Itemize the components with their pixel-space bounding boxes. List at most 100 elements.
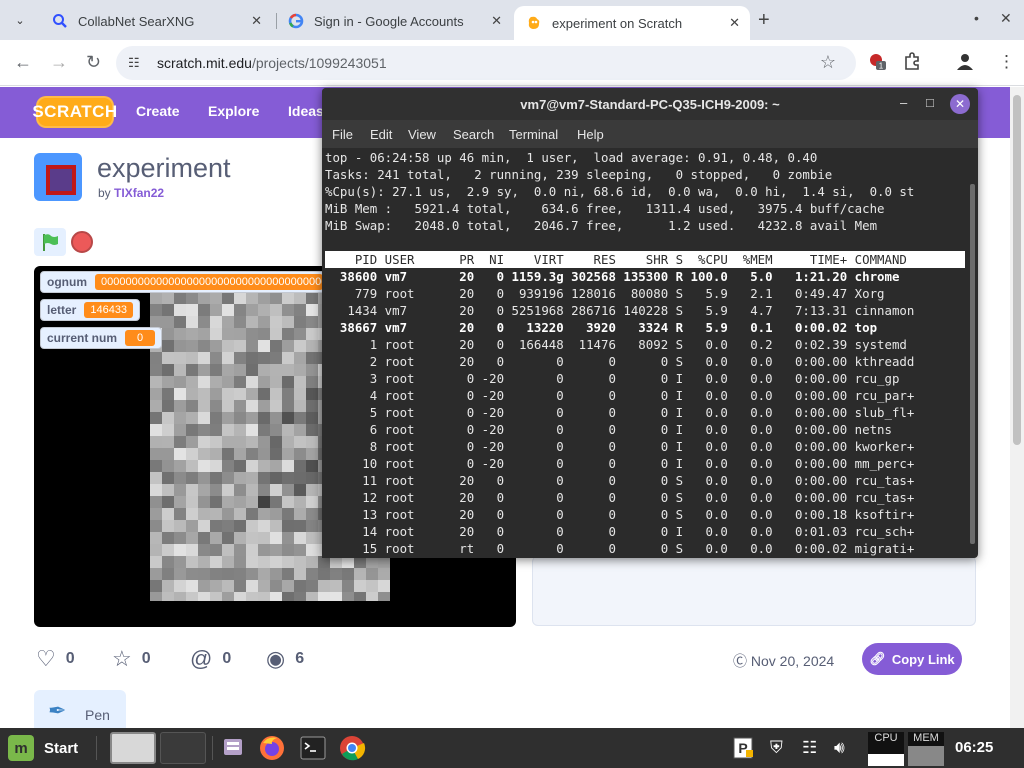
scratch-logo[interactable]: SCRATCH — [32, 96, 117, 128]
menu-terminal[interactable]: Terminal — [509, 127, 558, 142]
date-text: Nov 20, 2024 — [750, 653, 835, 669]
pixel-tile — [210, 412, 222, 424]
pixel-tile — [150, 448, 162, 460]
pixel-tile — [294, 592, 306, 601]
reload-icon[interactable]: ↻ — [86, 52, 101, 73]
menu-view[interactable]: View — [408, 127, 436, 142]
variable-monitor-ognum[interactable]: ognum 0000000000000000000000000000000000… — [40, 271, 330, 293]
pen-extension-card[interactable]: ✒︎ Pen — [34, 690, 126, 728]
pixel-tile — [234, 508, 246, 520]
shield-icon[interactable]: ⛨ — [770, 738, 783, 758]
network-icon[interactable]: ☷ — [802, 738, 817, 758]
pixel-tile — [174, 292, 186, 304]
pixel-tile — [174, 304, 186, 316]
memory-usage-graph[interactable]: MEM — [908, 732, 944, 766]
taskbar-separator — [96, 736, 97, 760]
extension-icon[interactable]: 1 — [868, 52, 886, 75]
back-arrow-icon[interactable]: ← — [14, 52, 32, 73]
tab-scratch-experiment[interactable]: experiment on Scratch ✕ — [514, 6, 750, 40]
nav-ideas[interactable]: Ideas — [288, 103, 324, 119]
pixel-tile — [186, 592, 198, 601]
file-manager-icon[interactable] — [222, 736, 244, 763]
pixel-tile — [246, 580, 258, 592]
workspace-2[interactable] — [160, 732, 206, 764]
terminal-window[interactable]: vm7@vm7-Standard-PC-Q35-ICH9-2009: ~ – □… — [322, 88, 978, 558]
pixel-tile — [222, 592, 234, 601]
top-summary-line: top - 06:24:58 up 46 min, 1 user, load a… — [325, 150, 818, 165]
puzzle-extensions-icon[interactable] — [903, 52, 921, 75]
terminal-menubar: File Edit View Search Terminal Help — [322, 120, 978, 148]
terminal-title: vm7@vm7-Standard-PC-Q35-ICH9-2009: ~ — [520, 97, 780, 112]
love-stat[interactable]: ♡ 0 — [36, 646, 75, 672]
clipboard-icon[interactable]: P — [732, 736, 754, 765]
pixel-tile — [246, 508, 258, 520]
close-icon[interactable]: ✕ — [491, 13, 502, 29]
clock[interactable]: 06:25 — [955, 739, 993, 756]
workspace-1[interactable] — [110, 732, 156, 764]
pixel-tile — [270, 364, 282, 376]
close-icon[interactable]: ✕ — [729, 15, 740, 31]
volume-icon[interactable]: 🔊︎ — [834, 738, 845, 758]
pixel-tile — [378, 568, 390, 580]
page-scrollbar[interactable] — [1010, 87, 1024, 728]
pixel-tile — [294, 544, 306, 556]
pixel-tile — [210, 436, 222, 448]
author-link[interactable]: TIXfan22 — [114, 186, 164, 200]
pixel-tile — [174, 376, 186, 388]
menu-edit[interactable]: Edit — [370, 127, 392, 142]
cpu-usage-graph[interactable]: CPU — [868, 732, 904, 766]
variable-monitor-letter[interactable]: letter 146433 — [40, 299, 141, 321]
stop-button[interactable] — [71, 231, 93, 253]
profile-avatar-icon[interactable] — [956, 52, 974, 75]
close-icon[interactable]: ✕ — [251, 13, 262, 29]
pixel-tile — [162, 532, 174, 544]
pixel-tile — [198, 376, 210, 388]
tab-search-button[interactable]: ⌄ — [8, 8, 32, 32]
minimize-icon[interactable]: • — [974, 10, 979, 26]
terminal-app-icon[interactable] — [300, 735, 326, 766]
pixel-tile — [270, 544, 282, 556]
terminal-titlebar[interactable]: vm7@vm7-Standard-PC-Q35-ICH9-2009: ~ – □… — [322, 88, 978, 120]
nav-explore[interactable]: Explore — [208, 103, 259, 119]
close-window-icon[interactable]: ✕ — [950, 94, 970, 114]
new-tab-button[interactable]: + — [758, 9, 770, 32]
green-flag-button[interactable] — [34, 228, 66, 256]
favorite-stat[interactable]: ☆ 0 — [112, 646, 151, 672]
pixel-tile — [186, 400, 198, 412]
tab-google-signin[interactable]: Sign in - Google Accounts ✕ — [276, 6, 512, 36]
pixel-tile — [306, 364, 318, 376]
scroll-thumb[interactable] — [1013, 95, 1021, 445]
pixel-tile — [258, 532, 270, 544]
menu-help[interactable]: Help — [577, 127, 604, 142]
project-author: by TIXfan22 — [98, 186, 164, 200]
project-title[interactable]: experiment — [97, 153, 231, 184]
bookmark-star-icon[interactable]: ☆ — [820, 52, 836, 73]
chrome-app-icon[interactable] — [338, 734, 366, 767]
pixel-tile — [222, 352, 234, 364]
nav-create[interactable]: Create — [136, 103, 180, 119]
minimize-icon[interactable]: – — [900, 95, 907, 110]
maximize-icon[interactable]: □ — [926, 95, 934, 110]
terminal-scrollbar[interactable] — [970, 184, 975, 544]
pixel-tile — [150, 532, 162, 544]
pixel-tile — [246, 364, 258, 376]
pixel-tile — [294, 352, 306, 364]
pixel-tile — [294, 328, 306, 340]
tab-searxng[interactable]: CollabNet SearXNG ✕ — [40, 6, 272, 36]
menu-file[interactable]: File — [332, 127, 353, 142]
address-bar[interactable]: ☷ scratch.mit.edu/projects/1099243051 ☆ — [116, 46, 856, 80]
copy-link-button[interactable]: 🔗︎ Copy Link — [862, 643, 962, 675]
chrome-menu-icon[interactable]: ⋮ — [998, 52, 1015, 72]
terminal-output[interactable]: top - 06:24:58 up 46 min, 1 user, load a… — [322, 148, 966, 558]
close-window-icon[interactable]: ✕ — [1000, 10, 1012, 27]
pixel-tile — [234, 436, 246, 448]
pixel-tile — [246, 376, 258, 388]
pixel-tile — [186, 376, 198, 388]
start-menu-button[interactable]: m Start — [8, 734, 78, 762]
menu-search[interactable]: Search — [453, 127, 494, 142]
pixel-tile — [294, 400, 306, 412]
forward-arrow-icon[interactable]: → — [50, 52, 68, 73]
firefox-icon[interactable] — [258, 734, 286, 767]
site-info-icon[interactable]: ☷ — [128, 55, 140, 71]
variable-monitor-current-num[interactable]: current num 0 — [40, 327, 163, 349]
